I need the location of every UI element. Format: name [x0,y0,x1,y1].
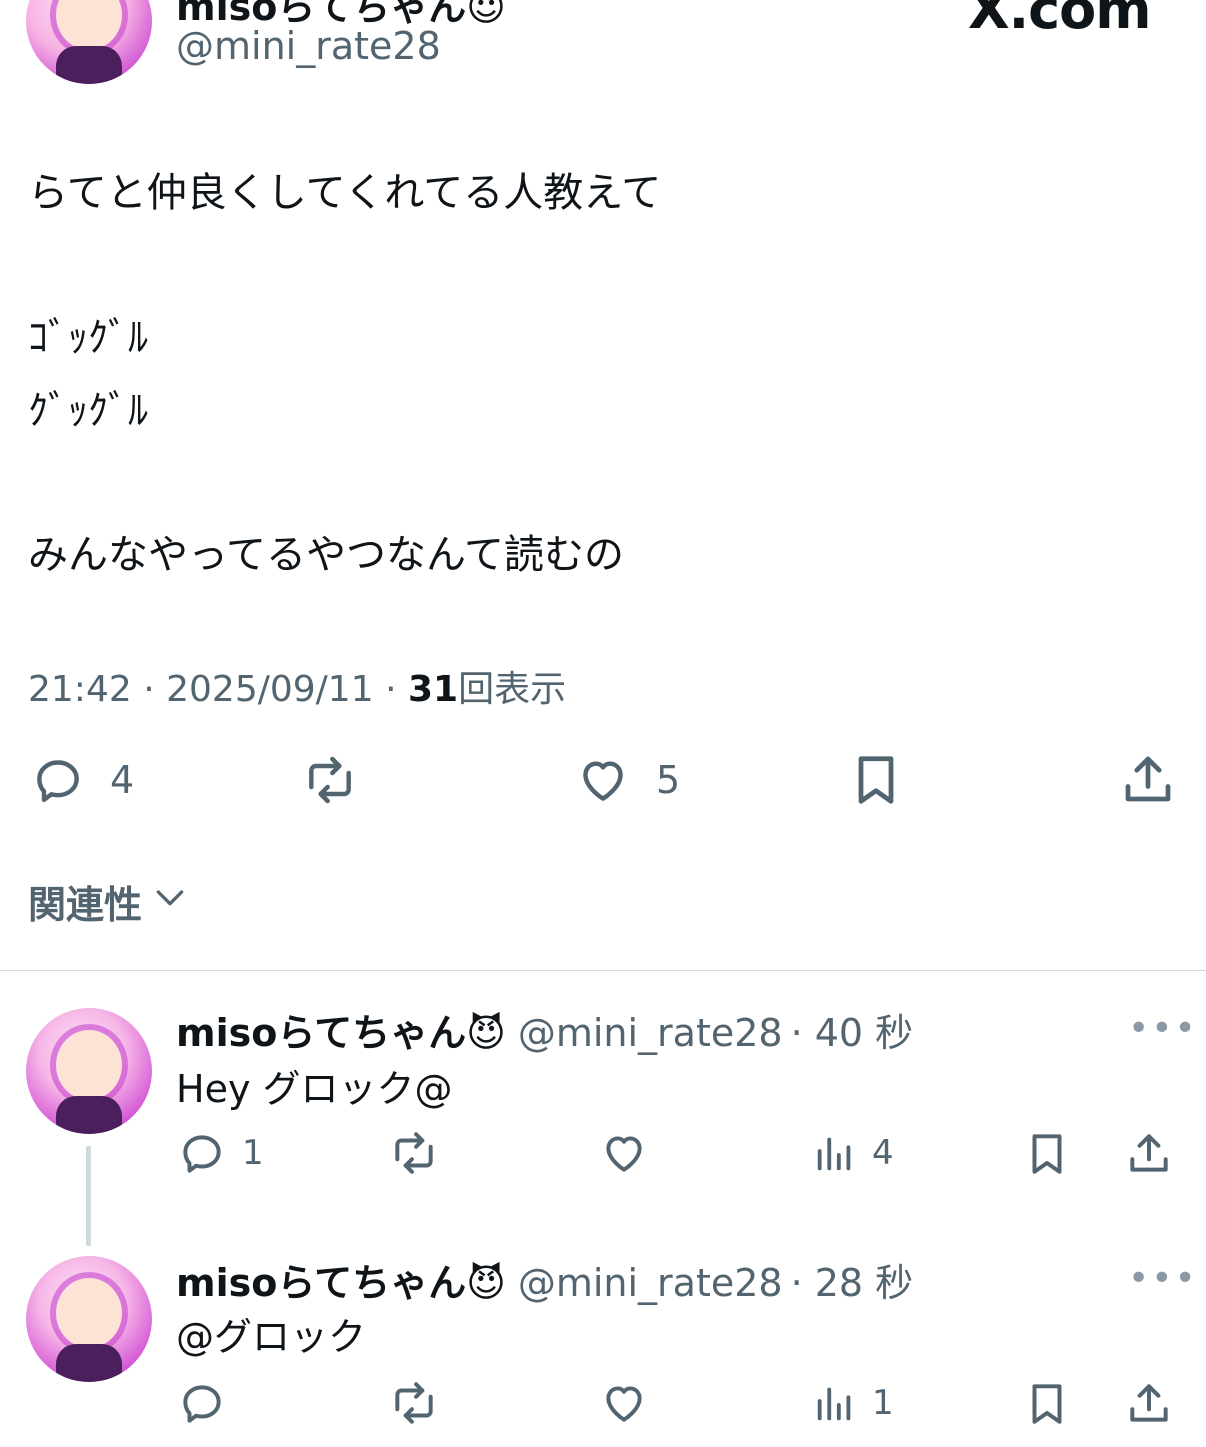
share-icon [1124,1126,1174,1180]
bookmark-button[interactable] [846,748,906,812]
tweet-text-line-2: ｺﾞｯｸﾞﾙ [28,315,148,361]
reply-1-age[interactable]: · 40 秒 [791,1002,914,1057]
reply-1-handle[interactable]: @mini_rate28 [518,1011,783,1055]
tweet-meta: 21:42 · 2025/09/11 · 31回表示 [28,660,566,712]
like-count: 5 [656,758,681,802]
reply-count: 4 [110,758,135,802]
chevron-down-icon [150,877,190,926]
tweet-text-line-1: らてと仲良くしてくれてる人教えて [28,170,662,216]
reply-2-reply-button[interactable] [176,1378,228,1428]
reply-2-header: misoらてちゃん😈 @mini_rate28 · 28 秒 [176,1252,913,1307]
reply-2-repost-button[interactable] [386,1378,442,1428]
repost-icon [386,1128,442,1178]
reply-2-handle[interactable]: @mini_rate28 [518,1261,783,1305]
repost-button[interactable] [298,752,362,808]
tweet-text-line-4: みんなやってるやつなんて読むの [28,532,624,578]
views-label: 回表示 [458,669,567,710]
reply-2-views-button[interactable]: 1 [812,1378,894,1428]
reply-1-reply-button[interactable]: 1 [176,1128,264,1178]
repost-icon [386,1378,442,1428]
reply-1-like-button[interactable] [598,1128,650,1178]
bookmark-icon [1022,1376,1072,1432]
reply-1-more-button[interactable]: ••• [1128,1008,1198,1049]
reply-1-views-button[interactable]: 4 [812,1128,894,1178]
heart-icon [572,752,634,808]
share-button[interactable] [1118,748,1178,810]
avatar-face [56,1030,122,1100]
avatar-face [56,1278,122,1348]
reply-2-text: @グロック [176,1315,367,1359]
heart-icon [598,1378,650,1428]
author-handle[interactable]: @mini_rate28 [176,24,441,68]
reply-2-avatar[interactable] [26,1256,152,1382]
reply-1-bookmark-button[interactable] [1022,1126,1072,1182]
reply-1-display-name[interactable]: misoらてちゃん😈 [176,1002,506,1057]
reply-button[interactable]: 4 [28,752,134,808]
tweet-time[interactable]: 21:42 [28,669,132,710]
reply-2-share-button[interactable] [1124,1376,1174,1430]
avatar-shirt [56,1096,122,1134]
section-divider [0,970,1206,971]
share-icon [1124,1376,1174,1430]
reply-1-repost-button[interactable] [386,1128,442,1178]
sort-label: 関連性 [28,883,143,927]
avatar-shirt [56,1344,122,1382]
reply-icon [28,752,88,808]
heart-icon [598,1128,650,1178]
reply-2-views-count: 1 [872,1383,894,1423]
reply-1-header: misoらてちゃん😈 @mini_rate28 · 40 秒 [176,1002,913,1057]
thread-connector [86,1146,91,1246]
bookmark-icon [846,748,906,812]
reply-2-more-button[interactable]: ••• [1128,1258,1198,1299]
reply-2-display-name[interactable]: misoらてちゃん😈 [176,1252,506,1307]
views-count: 31 [407,669,459,710]
tweet-date[interactable]: 2025/09/11 [166,669,374,710]
author-avatar[interactable] [26,0,152,84]
reply-1-text: Hey グロック@ [176,1067,453,1111]
avatar-face [56,0,122,50]
reply-1-reply-count: 1 [242,1133,264,1173]
meta-separator: · [385,669,397,710]
like-button[interactable]: 5 [572,752,680,808]
repost-icon [298,752,362,808]
reply-icon [176,1128,228,1178]
reply-2-bookmark-button[interactable] [1022,1376,1072,1432]
reply-1-views-count: 4 [872,1133,894,1173]
meta-separator: · [143,669,155,710]
sort-relevance-dropdown[interactable]: 関連性 [28,874,190,929]
reply-1-share-button[interactable] [1124,1126,1174,1180]
bookmark-icon [1022,1126,1072,1182]
avatar-shirt [56,46,122,84]
x-com-watermark: X.com [968,0,1152,41]
share-icon [1118,748,1178,810]
views-icon [812,1378,858,1428]
views-icon [812,1128,858,1178]
reply-icon [176,1378,228,1428]
reply-1-avatar[interactable] [26,1008,152,1134]
reply-2-like-button[interactable] [598,1378,650,1428]
reply-2-age[interactable]: · 28 秒 [791,1252,914,1307]
tweet-text-line-3: ｸﾞｯｸﾞﾙ [28,388,148,434]
